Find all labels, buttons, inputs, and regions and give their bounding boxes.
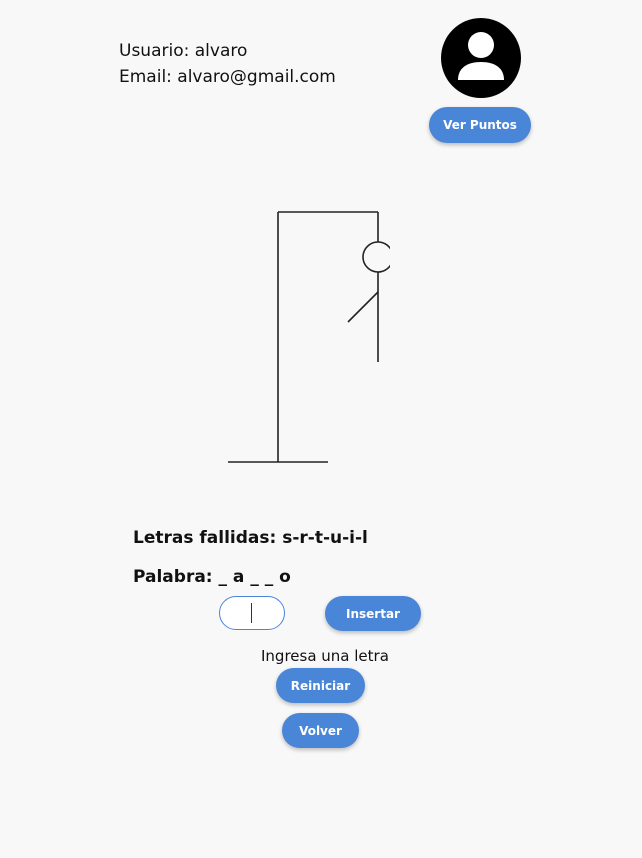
- username-text: Usuario: alvaro: [119, 41, 248, 61]
- letter-input[interactable]: [219, 596, 285, 630]
- email-text: Email: alvaro@gmail.com: [119, 67, 336, 87]
- letter-hint: Ingresa una letra: [261, 647, 389, 665]
- hangman-head: [362, 241, 390, 273]
- hangman-left-arm: [347, 291, 379, 323]
- word-progress: Palabra: _ a _ _ o: [133, 567, 291, 587]
- user-avatar-icon[interactable]: [441, 18, 521, 98]
- volver-button[interactable]: Volver: [282, 713, 359, 748]
- user-info: Usuario: alvaro Email: alvaro@gmail.com: [119, 38, 336, 90]
- failed-letters: Letras fallidas: s-r-t-u-i-l: [133, 528, 368, 548]
- hangman-drawing: [228, 211, 390, 463]
- text-caret: [251, 603, 252, 623]
- reiniciar-button[interactable]: Reiniciar: [276, 668, 365, 703]
- insertar-button[interactable]: Insertar: [325, 596, 421, 631]
- ver-puntos-button[interactable]: Ver Puntos: [429, 107, 531, 143]
